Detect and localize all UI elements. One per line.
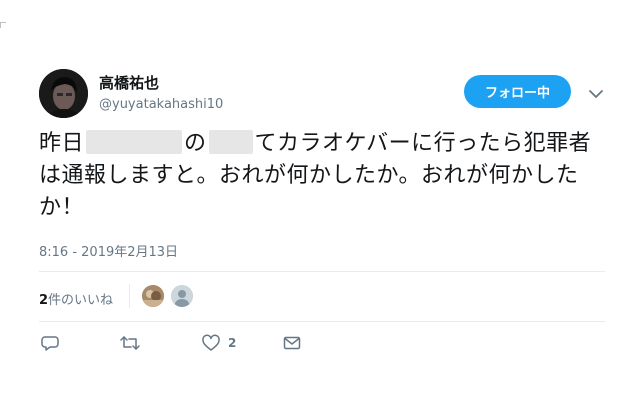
reply-button[interactable] bbox=[41, 334, 59, 352]
retweet-button[interactable] bbox=[120, 334, 140, 352]
tweet-text-part-1: 昨日 bbox=[39, 131, 85, 156]
corner-mark bbox=[0, 22, 6, 28]
divider bbox=[39, 321, 605, 322]
follow-button[interactable]: フォロー中 bbox=[464, 75, 571, 108]
avatar[interactable] bbox=[39, 69, 88, 118]
like-button[interactable]: 2 bbox=[202, 334, 236, 352]
username[interactable]: @yuyatakahashi10 bbox=[99, 97, 223, 112]
tweet-timestamp[interactable]: 8:16 - 2019年2月13日 bbox=[39, 241, 178, 260]
tweet-text-part-2: の bbox=[184, 131, 207, 156]
chevron-down-icon bbox=[589, 90, 603, 98]
like-count: 2 bbox=[228, 336, 237, 350]
heart-icon bbox=[202, 334, 220, 351]
display-name[interactable]: 高橋祐也 bbox=[99, 72, 159, 93]
redacted-block bbox=[86, 130, 183, 154]
retweet-icon bbox=[120, 336, 140, 350]
tweet-text: 昨日のてカラオケバーに行ったら犯罪者は通報しますと。おれが何かしたか。おれが何か… bbox=[39, 128, 611, 224]
avatar-image bbox=[39, 69, 88, 118]
liker-avatar-image bbox=[142, 285, 164, 307]
more-menu-button[interactable] bbox=[588, 85, 604, 98]
divider bbox=[39, 271, 605, 272]
redacted-block bbox=[208, 130, 253, 154]
vertical-divider bbox=[129, 284, 130, 308]
envelope-icon bbox=[283, 336, 301, 350]
likes-count: 2 bbox=[39, 293, 49, 308]
reply-icon bbox=[41, 336, 59, 351]
likes-summary[interactable]: 2件のいいね bbox=[39, 289, 113, 308]
direct-message-button[interactable] bbox=[283, 334, 301, 352]
liker-avatar[interactable] bbox=[142, 285, 164, 307]
likes-label: 件のいいね bbox=[48, 293, 114, 308]
default-profile-icon bbox=[171, 285, 193, 307]
liker-avatar[interactable] bbox=[171, 285, 193, 307]
